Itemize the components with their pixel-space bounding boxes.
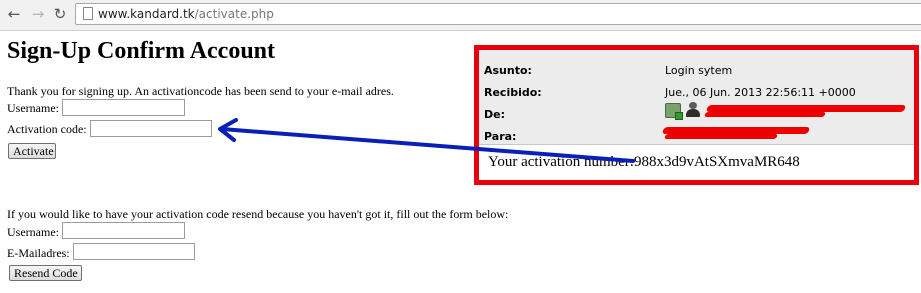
arrow-shaft bbox=[220, 127, 635, 163]
annotation-arrow bbox=[218, 118, 635, 163]
